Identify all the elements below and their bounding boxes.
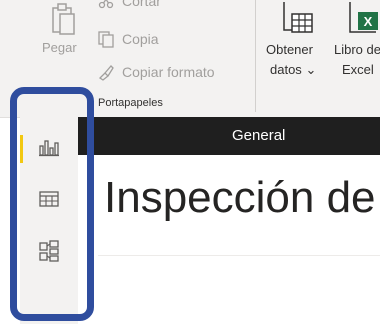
scissors-icon bbox=[96, 0, 116, 10]
clipboard-group-label: Portapapeles bbox=[98, 97, 163, 109]
copy-icon bbox=[96, 30, 116, 48]
report-canvas: Inspección de bbox=[78, 155, 380, 324]
model-icon bbox=[39, 239, 59, 267]
model-view-button[interactable] bbox=[20, 233, 78, 273]
format-painter-icon bbox=[96, 63, 116, 81]
get-data-icon bbox=[278, 0, 318, 45]
cut-button[interactable]: Cortar bbox=[96, 0, 161, 11]
view-switcher-rail bbox=[20, 117, 78, 324]
format-painter-label: Copiar formato bbox=[122, 64, 215, 80]
ribbon: Pegar Cortar Copia Copiar formato Portap… bbox=[0, 0, 380, 118]
page-tab-header: General bbox=[78, 117, 380, 155]
page-title: Inspección de bbox=[104, 173, 376, 222]
report-view-button[interactable] bbox=[20, 129, 78, 169]
chevron-down-icon: ⌄ bbox=[305, 62, 317, 77]
excel-icon: X bbox=[344, 0, 380, 45]
table-grid-icon bbox=[39, 190, 59, 213]
tab-general[interactable]: General bbox=[232, 127, 285, 144]
cut-label: Cortar bbox=[122, 0, 161, 9]
ribbon-separator bbox=[255, 0, 256, 112]
copy-button[interactable]: Copia bbox=[96, 29, 159, 49]
divider bbox=[98, 255, 380, 256]
copy-label: Copia bbox=[122, 31, 159, 47]
paste-label: Pegar bbox=[42, 40, 77, 55]
format-painter-button[interactable]: Copiar formato bbox=[96, 62, 215, 82]
excel-label-line2: Excel bbox=[342, 62, 374, 77]
get-data-button[interactable]: Obtener datos ⌄ bbox=[262, 0, 334, 92]
excel-workbook-button[interactable]: X Libro de Excel bbox=[332, 0, 380, 92]
paste-button[interactable]: Pegar bbox=[32, 0, 84, 68]
get-data-label-line1: Obtener bbox=[266, 42, 313, 57]
excel-label-line1: Libro de bbox=[334, 42, 380, 57]
paste-icon bbox=[50, 0, 76, 38]
svg-text:X: X bbox=[364, 14, 373, 29]
data-view-button[interactable] bbox=[20, 181, 78, 221]
bar-chart-icon bbox=[38, 137, 60, 162]
get-data-label-line2: datos ⌄ bbox=[270, 62, 317, 77]
